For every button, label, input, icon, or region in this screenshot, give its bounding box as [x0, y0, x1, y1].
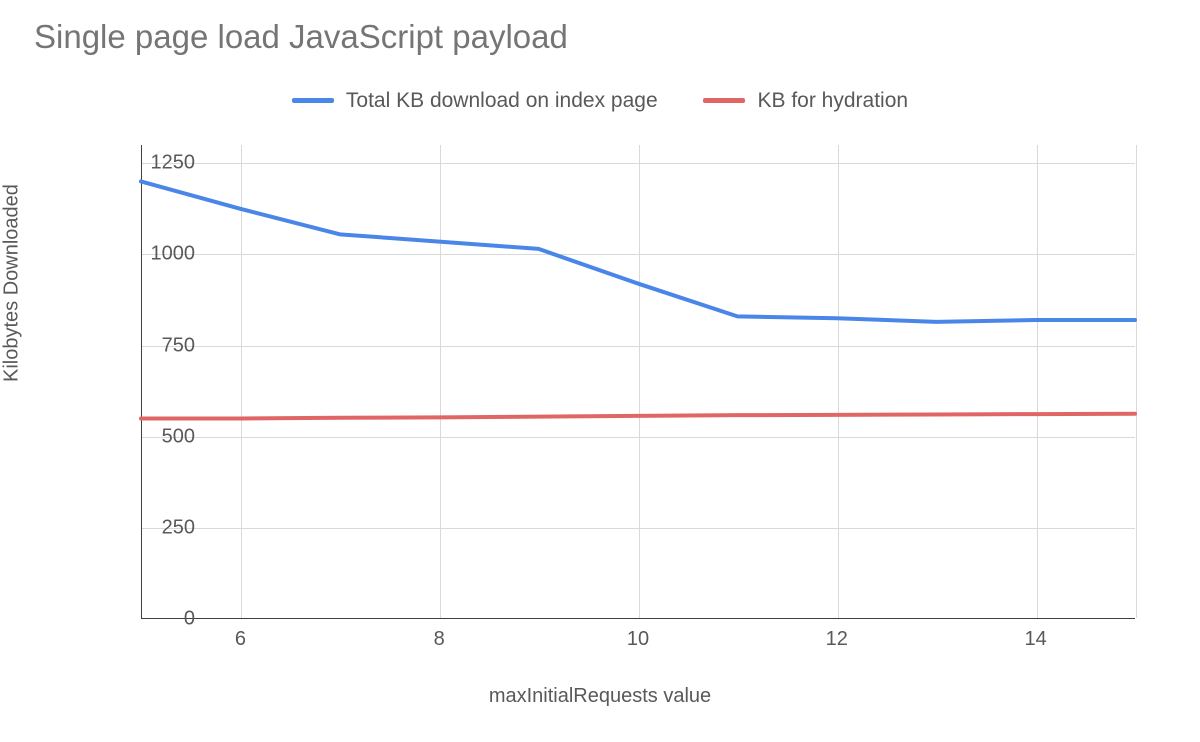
chart-lines — [141, 145, 1135, 619]
x-tick-label: 10 — [627, 628, 649, 651]
legend-item-1: KB for hydration — [703, 89, 908, 113]
legend-swatch-0 — [292, 98, 334, 103]
chart-container: Single page load JavaScript payload Tota… — [0, 0, 1200, 742]
x-tick-label: 8 — [434, 628, 445, 651]
gridline-v — [1136, 145, 1137, 618]
y-tick-label: 0 — [105, 608, 195, 631]
y-tick-label: 250 — [105, 516, 195, 539]
x-axis-title: maxInitialRequests value — [0, 685, 1200, 708]
chart-title: Single page load JavaScript payload — [34, 18, 568, 56]
series-line-0 — [141, 181, 1135, 321]
x-tick-label: 12 — [826, 628, 848, 651]
y-tick-label: 750 — [105, 334, 195, 357]
plot-area — [141, 145, 1135, 619]
legend-label-1: KB for hydration — [757, 89, 908, 113]
y-axis-title: Kilobytes Downloaded — [1, 184, 24, 382]
legend-swatch-1 — [703, 98, 745, 103]
x-tick-label: 6 — [235, 628, 246, 651]
legend-label-0: Total KB download on index page — [346, 89, 658, 113]
chart-legend: Total KB download on index page KB for h… — [0, 85, 1200, 113]
legend-item-0: Total KB download on index page — [292, 89, 658, 113]
y-tick-label: 500 — [105, 425, 195, 448]
y-tick-label: 1250 — [105, 152, 195, 175]
y-tick-label: 1000 — [105, 243, 195, 266]
x-tick-label: 14 — [1024, 628, 1046, 651]
series-line-1 — [141, 414, 1135, 419]
